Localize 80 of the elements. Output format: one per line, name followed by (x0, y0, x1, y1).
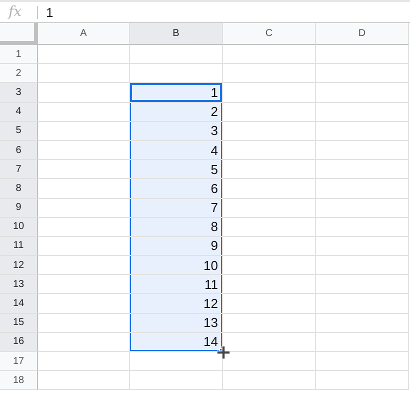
table-cell[interactable] (38, 45, 130, 64)
table-cell[interactable] (223, 160, 316, 180)
column-header[interactable]: B (130, 23, 223, 45)
table-cell[interactable]: 5 (130, 160, 223, 180)
table-cell[interactable] (38, 64, 130, 84)
table-cell[interactable] (316, 218, 409, 237)
column-header[interactable]: C (223, 23, 316, 45)
table-cell[interactable] (316, 83, 409, 103)
row-header[interactable]: 9 (0, 198, 38, 218)
table-cell[interactable] (223, 371, 316, 390)
table-cell[interactable] (316, 140, 409, 160)
table-cell[interactable] (223, 275, 316, 294)
table-cell[interactable]: 4 (130, 140, 223, 160)
table-cell[interactable] (316, 179, 409, 198)
row-header[interactable]: 3 (0, 83, 38, 103)
table-cell[interactable] (223, 83, 316, 103)
table-cell[interactable]: 7 (130, 198, 223, 218)
row-header[interactable]: 17 (0, 352, 38, 372)
crosshair-cursor-icon (217, 346, 230, 359)
table-cell[interactable] (223, 294, 316, 314)
row-header[interactable]: 7 (0, 160, 38, 180)
table-cell[interactable] (316, 102, 409, 122)
table-cell[interactable]: 8 (130, 218, 223, 237)
table-cell[interactable]: 2 (130, 102, 223, 122)
table-cell[interactable] (316, 314, 409, 333)
table-cell[interactable] (316, 45, 409, 64)
table-cell[interactable] (130, 371, 223, 390)
table-cell[interactable]: 1 (130, 83, 223, 103)
table-cell[interactable] (223, 314, 316, 333)
table-cell[interactable] (223, 179, 316, 198)
select-all-corner[interactable] (0, 23, 38, 45)
function-label: fx (6, 4, 23, 20)
table-cell[interactable] (223, 102, 316, 122)
row-header[interactable]: 2 (0, 64, 38, 84)
row-header[interactable]: 16 (0, 332, 38, 352)
table-cell[interactable]: 11 (130, 275, 223, 294)
row-header[interactable]: 8 (0, 179, 38, 198)
table-cell[interactable]: 10 (130, 256, 223, 276)
table-cell[interactable]: 3 (130, 122, 223, 141)
table-cell[interactable] (223, 122, 316, 141)
table-cell[interactable] (223, 64, 316, 84)
table-cell[interactable] (316, 160, 409, 180)
table-cell[interactable] (223, 218, 316, 237)
table-cell[interactable]: 6 (130, 179, 223, 198)
row-header[interactable]: 1 (0, 45, 38, 64)
table-cell[interactable] (316, 275, 409, 294)
row-header[interactable]: 5 (0, 122, 38, 141)
table-cell[interactable] (316, 294, 409, 314)
table-cell[interactable] (316, 236, 409, 256)
table-cell[interactable] (223, 140, 316, 160)
row-header[interactable]: 12 (0, 256, 38, 276)
table-cell[interactable] (316, 64, 409, 84)
table-cell[interactable] (223, 236, 316, 256)
table-cell[interactable] (38, 352, 130, 372)
row-header[interactable]: 11 (0, 236, 38, 256)
table-cell[interactable] (223, 352, 316, 372)
column-header[interactable]: A (38, 23, 130, 45)
row-header[interactable]: 10 (0, 218, 38, 237)
row-header[interactable]: 18 (0, 371, 38, 390)
table-cell[interactable] (223, 45, 316, 64)
table-cell[interactable]: 9 (130, 236, 223, 256)
table-cell[interactable] (316, 122, 409, 141)
formula-input[interactable]: 1 (46, 4, 54, 20)
row-header[interactable]: 14 (0, 294, 38, 314)
table-cell[interactable] (316, 352, 409, 372)
table-cell[interactable] (316, 198, 409, 218)
table-cell[interactable] (38, 371, 130, 390)
row-header[interactable]: 13 (0, 275, 38, 294)
table-cell[interactable] (130, 45, 223, 64)
table-cell[interactable]: 12 (130, 294, 223, 314)
column-header[interactable]: D (316, 23, 409, 45)
table-cell[interactable]: 13 (130, 314, 223, 333)
table-cell[interactable] (316, 371, 409, 390)
row-header[interactable]: 6 (0, 140, 38, 160)
table-cell[interactable] (223, 198, 316, 218)
table-cell[interactable] (223, 256, 316, 276)
table-cell[interactable] (316, 256, 409, 276)
row-header[interactable]: 15 (0, 314, 38, 333)
row-header[interactable]: 4 (0, 102, 38, 122)
table-cell[interactable] (316, 332, 409, 352)
